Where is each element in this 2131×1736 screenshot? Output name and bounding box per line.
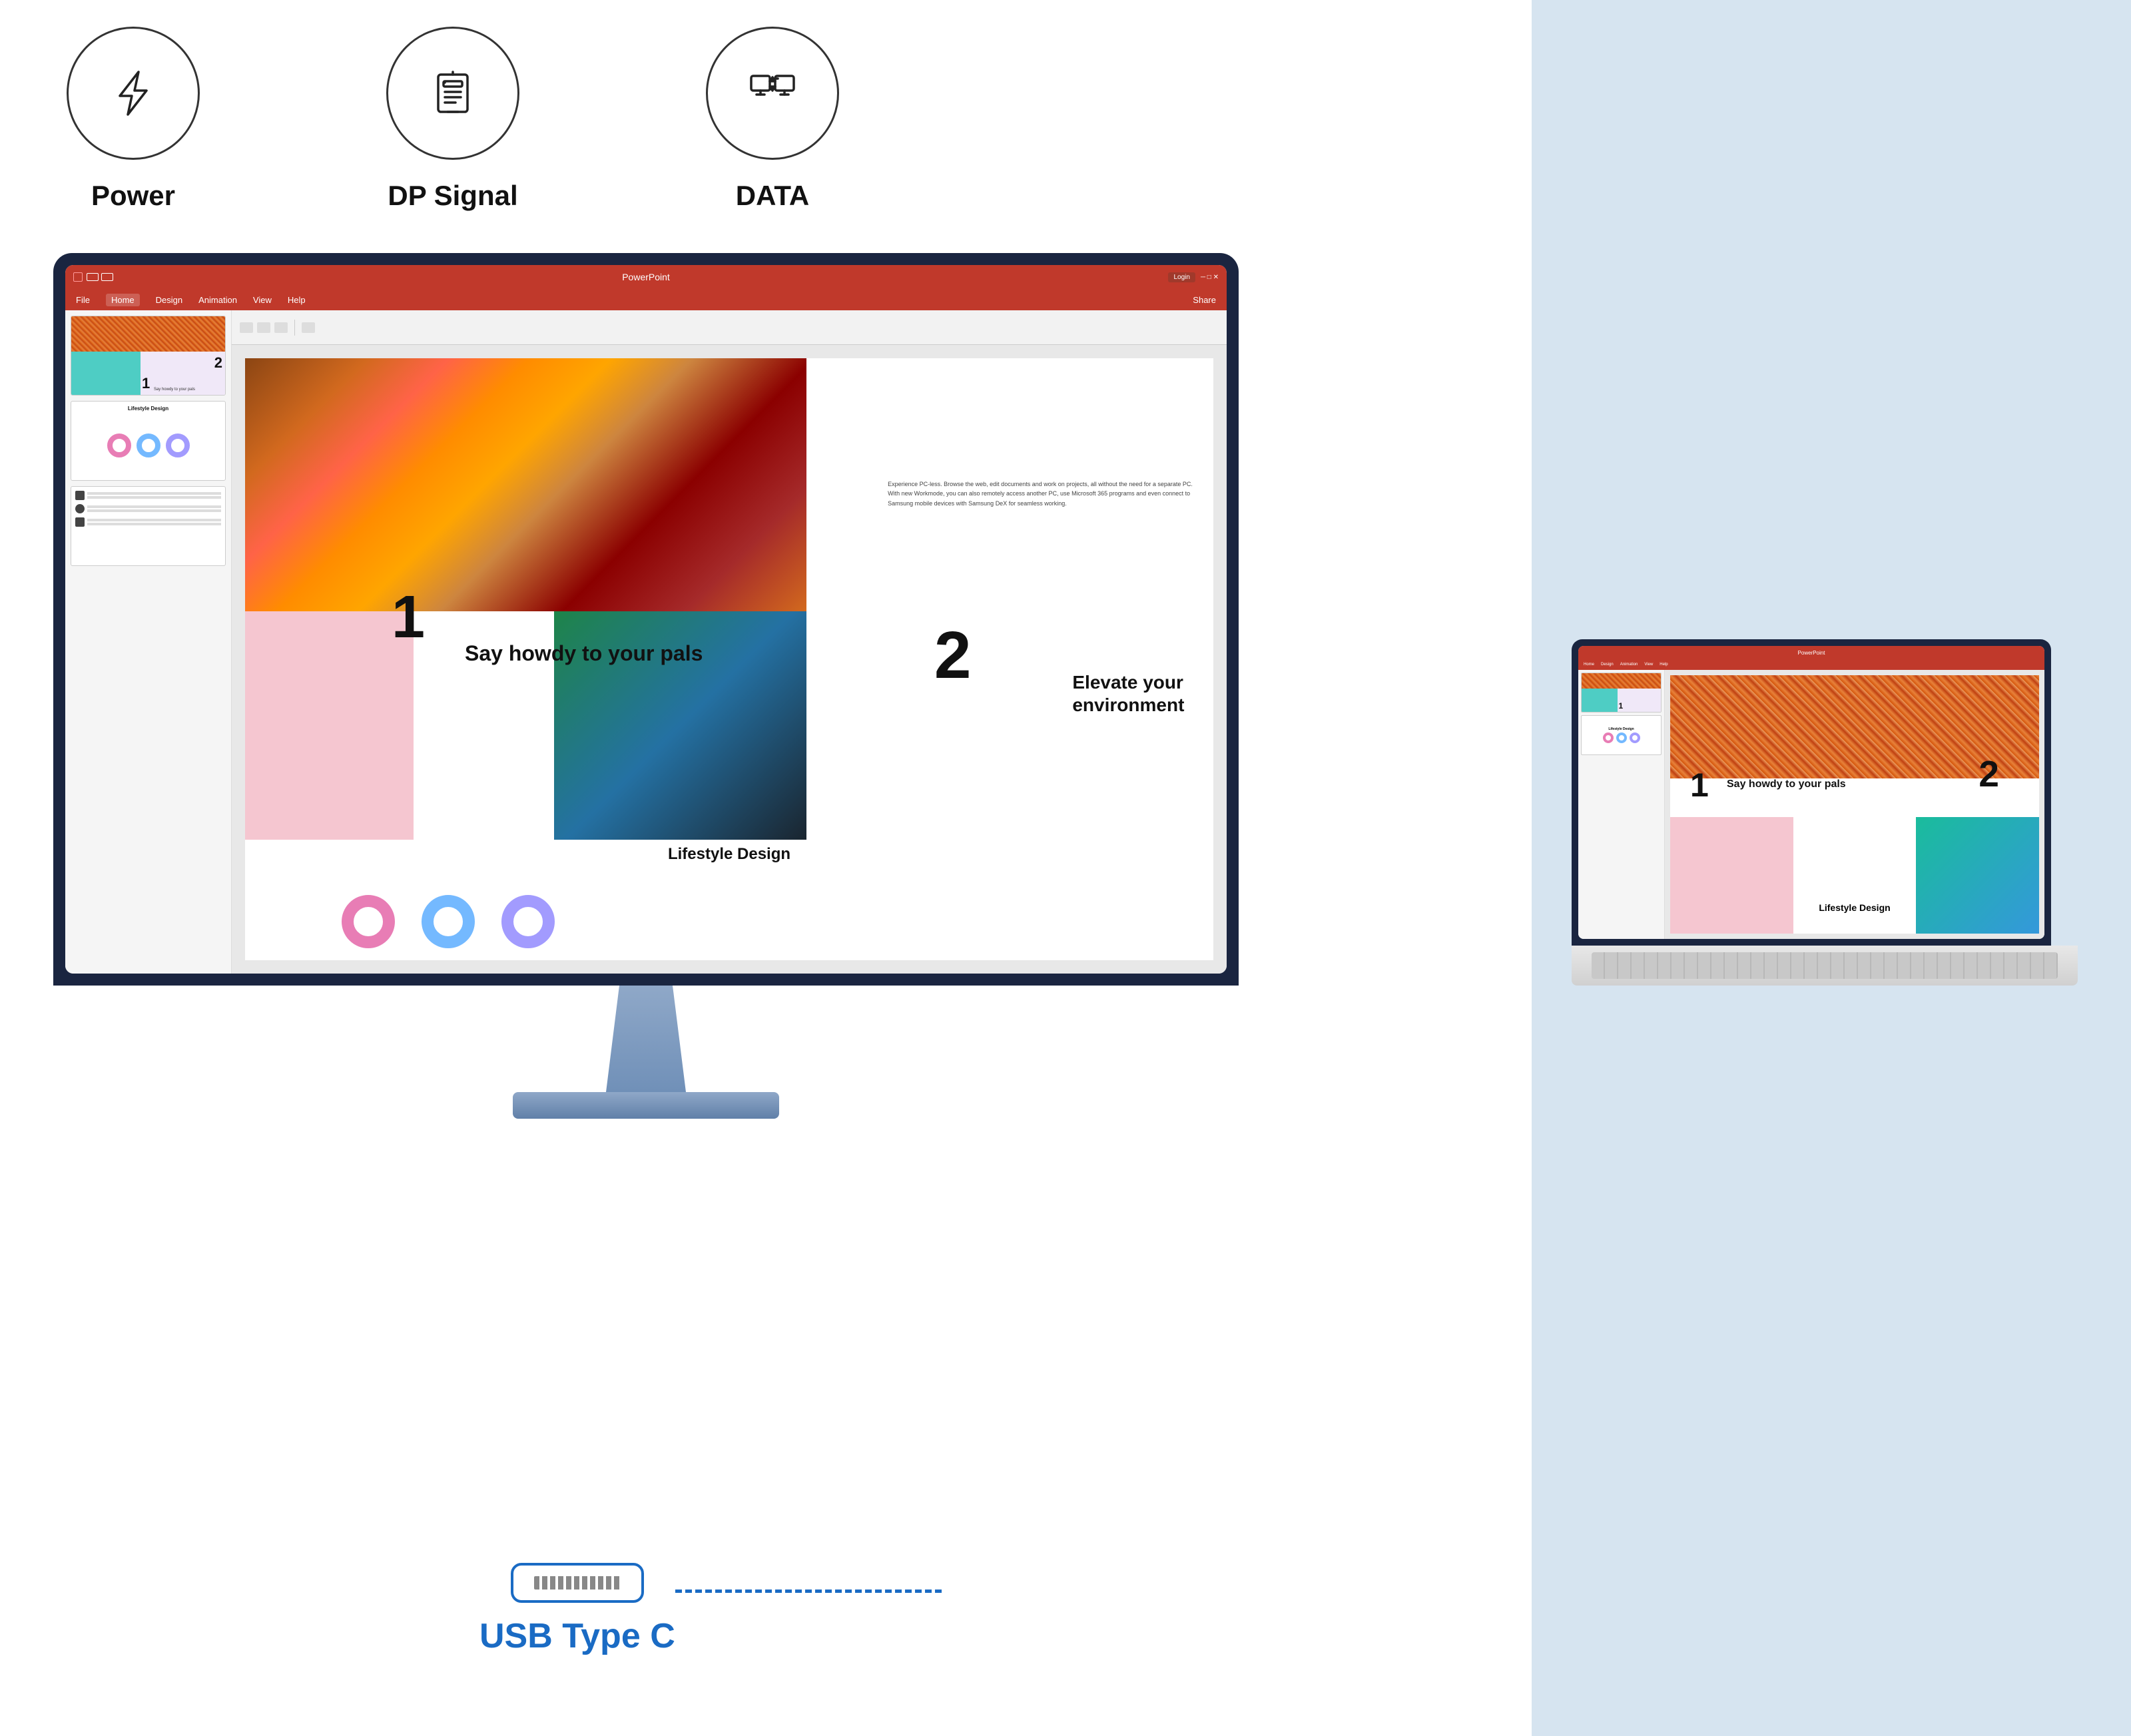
toolbar-divider bbox=[294, 320, 295, 336]
slide-thumb-1-text: Say howdy to your pals bbox=[154, 388, 195, 392]
slide-donut-charts bbox=[342, 895, 555, 948]
dp-signal-label: DP Signal bbox=[388, 180, 517, 212]
toolbar-btn-3[interactable] bbox=[274, 322, 288, 333]
monitor-sync-icon bbox=[746, 67, 799, 120]
powerpoint-content-area: 1 Say howdy to your pals 2 Lifestyle Des… bbox=[65, 310, 1227, 974]
laptop-menu-animation[interactable]: Animation bbox=[1620, 663, 1638, 667]
laptop-mosaic-teal bbox=[1916, 817, 2039, 934]
usb-label: USB Type C bbox=[479, 1616, 675, 1656]
toolbar-btn-1[interactable] bbox=[240, 322, 253, 333]
pp-redo-icon bbox=[101, 273, 113, 281]
keyboard-keys bbox=[1592, 952, 2058, 979]
slide-number-1: 1 bbox=[392, 587, 425, 647]
slide-thumb-2[interactable]: Lifestyle Design bbox=[71, 401, 226, 481]
slides-panel: 1 Say howdy to your pals 2 Lifestyle Des… bbox=[65, 310, 232, 974]
laptop-menu-home[interactable]: Home bbox=[1584, 663, 1594, 667]
monitor-base bbox=[513, 1092, 779, 1119]
monitor-display: PowerPoint Login ─ □ ✕ File Home Design … bbox=[53, 253, 1239, 1119]
menu-view[interactable]: View bbox=[253, 295, 272, 305]
usb-section: USB Type C bbox=[479, 1563, 675, 1656]
monitor-stand bbox=[579, 986, 713, 1092]
data-label: DATA bbox=[736, 180, 809, 212]
slide-howdy-text: Say howdy to your pals bbox=[465, 641, 703, 666]
power-label: Power bbox=[91, 180, 175, 212]
slide-thumb-2-title: Lifestyle Design bbox=[75, 406, 221, 412]
laptop-slide-number-1: 1 bbox=[1690, 766, 1709, 804]
slide-thumb-1[interactable]: 1 Say howdy to your pals 2 bbox=[71, 316, 226, 396]
main-content-area: Experience PC-less. Browse the web, edit… bbox=[232, 310, 1227, 974]
laptop-lifestyle-title: Lifestyle Design bbox=[1819, 902, 1890, 913]
laptop-slides-panel: 1 Lifestyle Design bbox=[1578, 670, 1665, 939]
menu-design[interactable]: Design bbox=[156, 295, 182, 305]
laptop-content-area: 1 Lifestyle Design bbox=[1578, 670, 2044, 939]
laptop-menu-view[interactable]: View bbox=[1644, 663, 1653, 667]
laptop-thumb2-title: Lifestyle Design bbox=[1608, 727, 1634, 731]
laptop-thumb1-num: 1 bbox=[1619, 701, 1624, 711]
laptop-menu-help[interactable]: Help bbox=[1660, 663, 1668, 667]
features-icons-section: Power DP Signal bbox=[67, 27, 839, 212]
laptop-pp-menubar: Home Design Animation View Help bbox=[1578, 659, 2044, 670]
laptop-bottom-mosaic bbox=[1670, 817, 2039, 934]
powerpoint-menubar: File Home Design Animation View Help Sha… bbox=[65, 289, 1227, 310]
laptop-display: PowerPoint Home Design Animation View He… bbox=[1572, 639, 2078, 986]
powerpoint-toolbar bbox=[232, 310, 1227, 345]
power-feature-item: Power bbox=[67, 27, 200, 212]
laptop-pp-titlebar: PowerPoint bbox=[1578, 646, 2044, 659]
slide-marble-image-top bbox=[245, 358, 806, 611]
laptop-screen-body: PowerPoint Home Design Animation View He… bbox=[1572, 639, 2051, 946]
menu-file[interactable]: File bbox=[76, 295, 90, 305]
mosaic-pink bbox=[245, 611, 414, 840]
laptop-keyboard bbox=[1572, 946, 2078, 986]
pp-undo-icon bbox=[87, 273, 99, 281]
slide-thumb-3[interactable] bbox=[71, 486, 226, 566]
main-slide: Experience PC-less. Browse the web, edit… bbox=[245, 358, 1213, 960]
laptop-slide-number-2: 2 bbox=[1979, 752, 1999, 795]
slide-elevate-text: Elevate your environment bbox=[1072, 671, 1184, 716]
pp-login-btn[interactable]: Login bbox=[1168, 272, 1195, 282]
laptop-pp-title-text: PowerPoint bbox=[1798, 650, 1825, 656]
menu-animation[interactable]: Animation bbox=[198, 295, 237, 305]
pp-file-icon bbox=[73, 272, 83, 282]
slide-right-text-area: Experience PC-less. Browse the web, edit… bbox=[874, 358, 1213, 629]
laptop-main-slide-area: 1 Say howdy to your pals 2 Lifestyle Des… bbox=[1665, 670, 2044, 939]
slide-number-2: 2 bbox=[934, 617, 972, 694]
laptop-slide-thumb-1[interactable]: 1 bbox=[1581, 673, 1662, 713]
laptop-howdy-text: Say howdy to your pals bbox=[1727, 778, 1846, 790]
display-port-icon bbox=[426, 67, 479, 120]
powerpoint-title: PowerPoint bbox=[622, 272, 670, 282]
menu-home[interactable]: Home bbox=[106, 294, 140, 306]
monitor-body: PowerPoint Login ─ □ ✕ File Home Design … bbox=[53, 253, 1239, 986]
slide-view-area: Experience PC-less. Browse the web, edit… bbox=[232, 345, 1227, 974]
laptop-slide-thumb-2[interactable]: Lifestyle Design bbox=[1581, 715, 1662, 755]
dp-signal-icon-circle bbox=[386, 27, 519, 160]
lightning-bolt-icon bbox=[107, 67, 160, 120]
laptop-mosaic-white bbox=[1793, 817, 1917, 934]
data-icon-circle bbox=[706, 27, 839, 160]
menu-share[interactable]: Share bbox=[1193, 295, 1216, 305]
slide-thumb-1-num: 1 bbox=[142, 375, 150, 392]
usb-pins bbox=[534, 1576, 621, 1590]
slide-thumb-1-num2: 2 bbox=[214, 354, 222, 372]
laptop-mosaic-pink bbox=[1670, 817, 1793, 934]
toolbar-btn-4[interactable] bbox=[302, 322, 315, 333]
toolbar-btn-2[interactable] bbox=[257, 322, 270, 333]
monitor-screen: PowerPoint Login ─ □ ✕ File Home Design … bbox=[65, 265, 1227, 974]
powerpoint-titlebar: PowerPoint Login ─ □ ✕ bbox=[65, 265, 1227, 289]
usb-connector-icon bbox=[511, 1563, 644, 1603]
menu-help[interactable]: Help bbox=[288, 295, 306, 305]
usb-dotted-line bbox=[675, 1590, 942, 1593]
power-icon-circle bbox=[67, 27, 200, 160]
slide-lifestyle-title: Lifestyle Design bbox=[668, 845, 790, 864]
slide-right-paragraph: Experience PC-less. Browse the web, edit… bbox=[888, 479, 1200, 508]
laptop-screen-inner: PowerPoint Home Design Animation View He… bbox=[1578, 646, 2044, 939]
pp-window-controls: ─ □ ✕ bbox=[1201, 274, 1219, 281]
laptop-menu-design[interactable]: Design bbox=[1601, 663, 1614, 667]
dp-signal-feature-item: DP Signal bbox=[386, 27, 519, 212]
laptop-slide-view: 1 Say howdy to your pals 2 Lifestyle Des… bbox=[1670, 675, 2039, 934]
data-feature-item: DATA bbox=[706, 27, 839, 212]
